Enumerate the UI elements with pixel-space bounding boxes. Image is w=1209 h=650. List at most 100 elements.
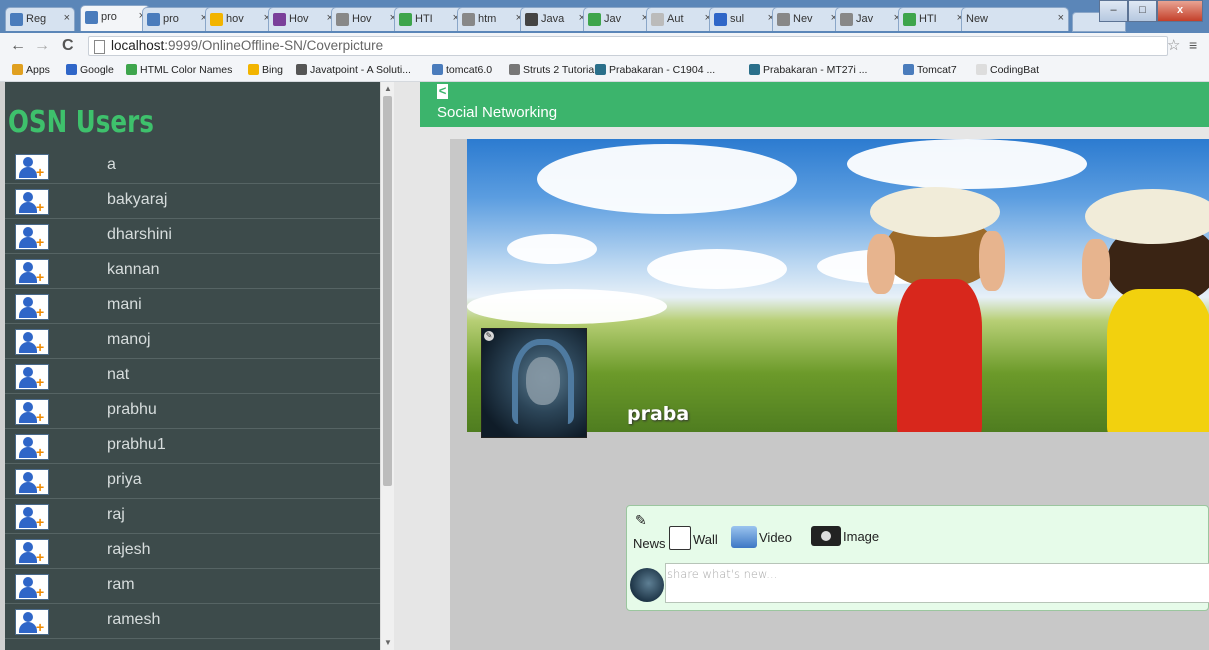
add-user-icon[interactable]: + xyxy=(15,399,49,425)
bookmark-item[interactable]: HTML Color Names xyxy=(126,64,232,76)
browser-tab[interactable]: pro× xyxy=(142,7,212,31)
tab-news[interactable]: ✎ News xyxy=(633,512,669,552)
bookmark-item[interactable]: Apps xyxy=(12,64,50,76)
browser-menu-icon[interactable]: ≡ xyxy=(1189,37,1197,53)
bookmark-item[interactable]: Prabakaran - MT27i ... xyxy=(749,64,867,76)
user-name[interactable]: prabhu xyxy=(107,401,157,419)
browser-tab[interactable]: New T × xyxy=(961,7,1069,31)
user-list-item[interactable]: + mani xyxy=(5,289,380,324)
back-arrow-icon[interactable]: ← xyxy=(10,37,26,55)
user-name[interactable]: dharshini xyxy=(107,226,172,244)
user-name[interactable]: mani xyxy=(107,296,142,314)
browser-tab[interactable]: HTI × xyxy=(394,7,464,31)
maximize-button[interactable]: □ xyxy=(1128,0,1157,22)
tab-close-icon[interactable]: × xyxy=(1058,12,1064,24)
bookmark-item[interactable]: Bing xyxy=(248,64,283,76)
user-name[interactable]: kannan xyxy=(107,261,160,279)
browser-tab[interactable]: sul × xyxy=(709,7,779,31)
user-list-item[interactable]: + manoj xyxy=(5,324,380,359)
profile-panel: praba ✎ ✎ News Wall Video Image share wh… xyxy=(450,139,1209,650)
close-window-button[interactable]: x xyxy=(1157,0,1203,22)
add-user-icon[interactable]: + xyxy=(15,294,49,320)
add-user-icon[interactable]: + xyxy=(15,364,49,390)
browser-tab[interactable]: Jav × xyxy=(835,7,905,31)
reload-icon[interactable]: C xyxy=(62,37,74,55)
browser-tab[interactable]: HTI × xyxy=(898,7,968,31)
user-name[interactable]: priya xyxy=(107,471,142,489)
add-user-icon[interactable]: + xyxy=(15,154,49,180)
bookmark-favicon-icon xyxy=(749,64,760,75)
back-button[interactable]: < xyxy=(437,84,448,99)
bookmark-item[interactable]: Google xyxy=(66,64,114,76)
app-title: Social Networking xyxy=(437,104,558,121)
bookmark-item[interactable]: CodingBat xyxy=(976,64,1039,76)
tab-wall[interactable]: Wall xyxy=(669,526,718,550)
bookmark-item[interactable]: Struts 2 Tutorial xyxy=(509,64,597,76)
user-list-item[interactable]: + rajesh xyxy=(5,534,380,569)
bookmark-item[interactable]: Tomcat7 xyxy=(903,64,957,76)
user-list-item[interactable]: + raj xyxy=(5,499,380,534)
user-list-item[interactable]: + prabhu1 xyxy=(5,429,380,464)
share-input[interactable]: share what's new... xyxy=(665,563,1209,603)
user-name[interactable]: ram xyxy=(107,576,135,594)
user-name[interactable]: manoj xyxy=(107,331,151,349)
page-viewport: OSN Users + a + bakyaraj + dharshini + kannan + m… xyxy=(0,82,1209,650)
add-user-icon[interactable]: + xyxy=(15,504,49,530)
user-name[interactable]: raj xyxy=(107,506,125,524)
bookmark-label: tomcat6.0 xyxy=(446,64,493,76)
browser-tab[interactable]: hov × xyxy=(205,7,275,31)
browser-tab[interactable]: pro× xyxy=(80,5,150,31)
add-user-icon[interactable]: + xyxy=(15,189,49,215)
user-name[interactable]: nat xyxy=(107,366,129,384)
bookmark-item[interactable]: tomcat6.0 xyxy=(432,64,492,76)
scroll-up-icon[interactable]: ▲ xyxy=(384,84,392,93)
user-list-item[interactable]: + prabhu xyxy=(5,394,380,429)
user-list-item[interactable]: + bakyaraj xyxy=(5,184,380,219)
edit-pencil-icon[interactable]: ✎ xyxy=(484,331,494,341)
bookmark-favicon-icon xyxy=(509,64,520,75)
user-name[interactable]: rajesh xyxy=(107,541,151,559)
user-name[interactable]: prabhu1 xyxy=(107,436,166,454)
bookmark-item[interactable]: Prabakaran - C1904 ... xyxy=(595,64,715,76)
add-user-icon[interactable]: + xyxy=(15,434,49,460)
pencil-icon: ✎ xyxy=(635,512,647,528)
user-name[interactable]: ramesh xyxy=(107,611,160,629)
user-list-item[interactable]: + a xyxy=(5,149,380,184)
minimize-button[interactable]: – xyxy=(1099,0,1128,22)
user-list-item[interactable]: + dharshini xyxy=(5,219,380,254)
user-list-item[interactable]: + priya xyxy=(5,464,380,499)
scroll-thumb[interactable] xyxy=(383,96,392,486)
profile-picture[interactable]: ✎ xyxy=(481,328,587,438)
user-list-item[interactable]: + ramesh xyxy=(5,604,380,639)
bookmark-star-icon[interactable]: ☆ xyxy=(1167,36,1180,54)
tab-favicon-icon xyxy=(777,13,790,26)
browser-tab[interactable]: Reg × xyxy=(5,7,75,31)
add-user-icon[interactable]: + xyxy=(15,469,49,495)
browser-tab[interactable]: Aut × xyxy=(646,7,716,31)
browser-tab[interactable]: Hov × xyxy=(331,7,401,31)
user-list-item[interactable]: + ram xyxy=(5,569,380,604)
browser-tab[interactable]: Java × xyxy=(520,7,590,31)
add-user-icon[interactable]: + xyxy=(15,539,49,565)
add-user-icon[interactable]: + xyxy=(15,609,49,635)
add-user-icon[interactable]: + xyxy=(15,259,49,285)
browser-tab[interactable]: htm × xyxy=(457,7,527,31)
browser-tab[interactable]: Jav × xyxy=(583,7,653,31)
address-bar[interactable]: localhost:9999/OnlineOffline-SN/Coverpic… xyxy=(88,36,1168,56)
bookmark-item[interactable]: Javatpoint - A Soluti... xyxy=(296,64,411,76)
user-list-item[interactable]: + kannan xyxy=(5,254,380,289)
browser-tab[interactable]: Hov × xyxy=(268,7,338,31)
forward-arrow-icon[interactable]: → xyxy=(34,37,50,55)
sidebar-scrollbar[interactable]: ▲ ▼ xyxy=(380,82,394,650)
tab-close-icon[interactable]: × xyxy=(64,12,70,24)
user-list-item[interactable]: + nat xyxy=(5,359,380,394)
add-user-icon[interactable]: + xyxy=(15,329,49,355)
user-name[interactable]: bakyaraj xyxy=(107,191,167,209)
scroll-down-icon[interactable]: ▼ xyxy=(384,638,392,647)
browser-tab[interactable]: Nev × xyxy=(772,7,842,31)
user-name[interactable]: a xyxy=(107,156,116,174)
add-user-icon[interactable]: + xyxy=(15,574,49,600)
add-user-icon[interactable]: + xyxy=(15,224,49,250)
tab-image[interactable]: Image xyxy=(811,526,879,546)
tab-video[interactable]: Video xyxy=(731,526,792,548)
